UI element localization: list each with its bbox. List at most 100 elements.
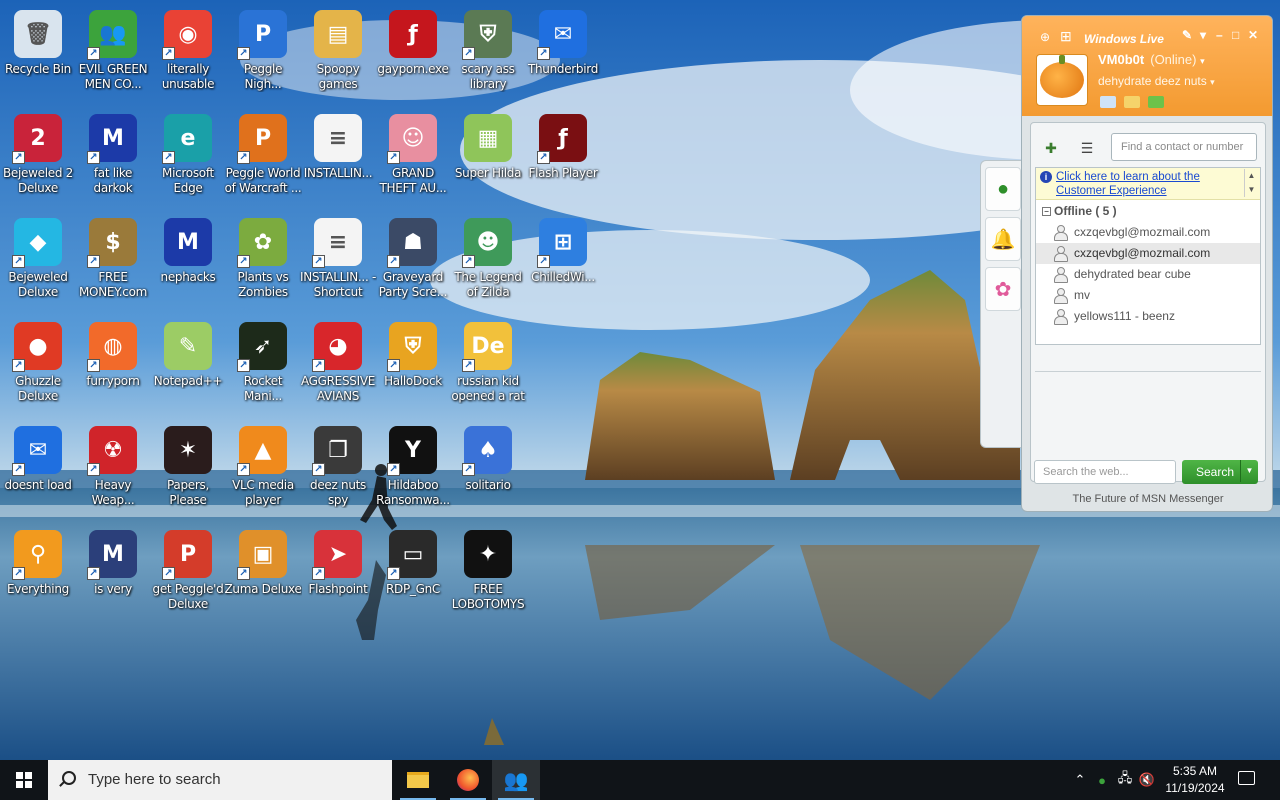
desktop-icon[interactable]: ☗ ↗ Graveyard Party Scre... (375, 212, 451, 312)
status-text[interactable]: (Online) (1150, 52, 1196, 67)
shortcut-arrow-icon: ↗ (462, 255, 475, 268)
shortcut-arrow-icon: ↗ (162, 567, 175, 580)
desktop-icon[interactable]: ◕ ↗ AGGRESSIVE AVIANS (300, 316, 376, 416)
paint-bucket-icon[interactable]: ✎ (1182, 28, 1192, 42)
desktop-icon[interactable]: ▲ ↗ VLC media player (225, 420, 301, 520)
desktop-icon[interactable]: 🗑 Recycle Bin (0, 4, 76, 104)
desktop-icon-label: Graveyard Party Scre... (378, 270, 448, 299)
desktop-icon[interactable]: ✦ FREE LOBOTOMYS (450, 524, 526, 624)
desktop-icon[interactable]: ▣ ↗ Zuma Deluxe (224, 524, 302, 624)
desktop-icon[interactable]: ƒ gayporn.exe (375, 4, 451, 104)
desktop-icon[interactable]: ➤ ↗ Flashpoint (300, 524, 376, 624)
desktop-icon[interactable]: ▭ ↗ RDP_GnC (375, 524, 451, 624)
desktop-icon[interactable]: M ↗ is very (75, 524, 151, 624)
desktop-icon[interactable]: ✎ Notepad++ (150, 316, 226, 416)
desktop-icon[interactable]: ▦ Super Hilda (450, 108, 526, 208)
search-button[interactable]: Search ▼ (1182, 460, 1258, 484)
web-search-input[interactable]: Search the web... (1034, 460, 1176, 484)
contact-row[interactable]: dehydrated bear cube (1036, 264, 1260, 285)
network-icon[interactable]: 🖧 (1114, 769, 1136, 791)
desktop-icon[interactable]: ✉ ↗ Thunderbird (525, 4, 601, 104)
personal-message[interactable]: dehydrate deez nuts ▾ (1098, 74, 1215, 88)
chevron-down-icon[interactable]: ▼ (1240, 460, 1258, 482)
desktop-icon[interactable]: Y ↗ Hildaboo Ransomwa... (375, 420, 451, 520)
list-view-icon[interactable]: ☰ (1075, 137, 1099, 159)
group-count: ( 5 ) (1095, 204, 1117, 218)
menu-down-icon[interactable]: ▾ (1200, 28, 1206, 42)
desktop-icon[interactable]: ✶ Papers, Please (150, 420, 226, 520)
clock[interactable]: 5:35 AM 11/19/2024 (1160, 763, 1230, 797)
desktop-icon[interactable]: ◍ ↗ furryporn (75, 316, 151, 416)
customer-experience-link[interactable]: i Click here to learn about the Customer… (1036, 168, 1260, 200)
desktop-icon[interactable]: ☺ ↗ GRAND THEFT AU... (375, 108, 451, 208)
back-icon[interactable]: ⊕ (1040, 30, 1050, 44)
maximize-button[interactable]: □ (1232, 28, 1239, 42)
close-button[interactable]: ✕ (1248, 28, 1258, 42)
contact-row[interactable]: cxzqevbgl@mozmail.com (1036, 222, 1260, 243)
desktop-icon-label: Spoopy games (316, 62, 360, 91)
contact-row[interactable]: cxzqevbgl@mozmail.com (1036, 243, 1260, 264)
taskbar-firefox[interactable] (444, 760, 492, 800)
desktop-icon[interactable]: ≡ ↗ INSTALLIN... - Shortcut (300, 212, 376, 312)
minimize-button[interactable]: – (1216, 28, 1223, 42)
desktop-icon[interactable]: ✿ ↗ Plants vs Zombies (225, 212, 301, 312)
desktop-icon[interactable]: ♠ ↗ solitario (450, 420, 526, 520)
desktop-icon[interactable]: ☻ ↗ The Legend of Zilda (450, 212, 526, 312)
shortcut-arrow-icon: ↗ (87, 151, 100, 164)
desktop-icon[interactable]: M ↗ fat like darkok (75, 108, 151, 208)
taskbar-file-explorer[interactable] (394, 760, 442, 800)
search-contact-input[interactable]: Find a contact or number (1111, 133, 1257, 161)
desktop-icon[interactable]: ➶ ↗ Rocket Mani... (225, 316, 301, 416)
desktop-icon[interactable]: ◉ ↗ literally unusable (150, 4, 226, 104)
desktop-icon[interactable]: 👥 ↗ EVIL GREEN MEN CO... (75, 4, 151, 104)
flowers-tab[interactable]: ✿ (985, 267, 1021, 311)
notification-icon[interactable] (1238, 771, 1255, 785)
desktop-icon[interactable]: 2 ↗ Bejeweled 2 Deluxe (0, 108, 76, 208)
mail-icon[interactable] (1100, 96, 1116, 108)
desktop-icon[interactable]: ⛨ ↗ scary ass library (450, 4, 526, 104)
contacts-tab[interactable]: ● (985, 167, 1021, 211)
desktop-icon[interactable]: P ↗ get Peggle'd Deluxe (150, 524, 226, 624)
desktop-icon[interactable]: e ↗ Microsoft Edge (150, 108, 226, 208)
desktop-icon[interactable]: P ↗ Peggle Nigh... (225, 4, 301, 104)
contact-row[interactable]: yellows111 - beenz (1036, 306, 1260, 327)
desktop-icon[interactable]: ≡ INSTALLIN... (300, 108, 376, 208)
desktop-icon[interactable]: ❐ ↗ deez nuts spy (300, 420, 376, 520)
chevron-up-icon[interactable]: ⌃ (1070, 772, 1090, 788)
desktop-icon[interactable]: ⛨ ↗ HalloDock (375, 316, 451, 416)
volume-muted-icon[interactable]: 🔇 (1136, 772, 1158, 788)
collapse-icon[interactable]: − (1042, 207, 1051, 216)
spaces-icon[interactable] (1148, 96, 1164, 108)
desktop-icon[interactable]: ● ↗ Ghuzzle Deluxe (0, 316, 76, 416)
display-name[interactable]: VM0b0t (Online) ▾ (1098, 52, 1205, 67)
contacts-container: cxzqevbgl@mozmail.com cxzqevbgl@mozmail.c… (1036, 222, 1260, 327)
shortcut-arrow-icon: ↗ (237, 255, 250, 268)
taskbar-messenger[interactable]: 👥 (492, 760, 540, 800)
desktop-icon[interactable]: ◆ ↗ Bejeweled Deluxe (0, 212, 76, 312)
rocket-icon: ➶ ↗ (237, 322, 287, 372)
taskbar-search-box[interactable]: Type here to search (48, 760, 392, 800)
desktop-icon[interactable]: De ↗ russian kid opened a rat (450, 316, 526, 416)
desktop-icon[interactable]: P ↗ Peggle World of Warcraft ... (225, 108, 302, 208)
desktop-icon[interactable]: $ ↗ FREE MONEY.com (75, 212, 151, 312)
offline-person-icon (1054, 267, 1068, 283)
start-button[interactable] (0, 760, 48, 800)
shortcut-arrow-icon: ↗ (387, 151, 400, 164)
messenger-tray-icon[interactable]: ● (1090, 773, 1114, 788)
flash-icon: ƒ (389, 10, 437, 58)
avatar[interactable] (1036, 54, 1088, 106)
add-contact-icon[interactable]: ✚ (1039, 137, 1063, 159)
desktop-icon[interactable]: ⊞ ↗ ChilledWi... (525, 212, 601, 312)
folder-icon[interactable] (1124, 96, 1140, 108)
desktop-icon[interactable]: ▤ Spoopy games (300, 4, 376, 104)
alerts-tab[interactable]: 🔔 (985, 217, 1021, 261)
contact-row[interactable]: mv (1036, 285, 1260, 306)
desktop-icon[interactable]: ⚲ ↗ Everything (0, 524, 76, 624)
desktop-icon[interactable]: ƒ ↗ Flash Player (525, 108, 601, 208)
info-scrollbar[interactable]: ▲ ▼ (1244, 169, 1258, 197)
desktop-icon[interactable]: Mnephacks (150, 212, 226, 312)
group-offline[interactable]: − Offline ( 5 ) (1036, 200, 1260, 222)
desktop-icon[interactable]: ☢ ↗ Heavy Weap... (75, 420, 151, 520)
desktop-icon[interactable]: ✉ ↗ doesnt load (0, 420, 76, 520)
peggle-icon: P ↗ (237, 10, 287, 60)
